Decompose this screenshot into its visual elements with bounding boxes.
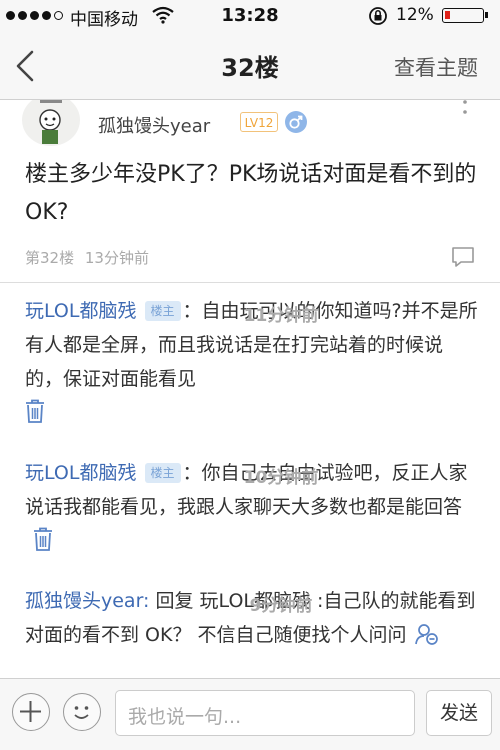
comment-icon[interactable] (451, 246, 475, 268)
post-time: 13分钟前 (84, 249, 149, 267)
divider (0, 282, 500, 283)
reply-input[interactable]: 我也说一句... (115, 690, 415, 736)
level-badge: LV12 (240, 112, 278, 132)
reply-time: 10分钟前 (243, 468, 319, 488)
delete-trash-icon[interactable] (33, 527, 53, 551)
reply-time: 11分钟前 (243, 306, 319, 326)
add-attachment-button[interactable] (12, 693, 50, 731)
floor-content: 孤独馒头year LV12 楼主多少年没PK了？PK场说话对面是看不到的 OK?… (0, 100, 500, 678)
status-bar: 中国移动 13:28 12% (0, 0, 500, 32)
reply-time: 9分钟前 (249, 596, 313, 616)
smiley-icon (74, 706, 89, 719)
avatar-image (39, 100, 62, 144)
battery-icon (442, 8, 488, 23)
reply-item[interactable]: 孤独馒头year: 回复 玩LOL都脑残 :自己队的就能看到 对面的看不到 OK… (25, 584, 480, 652)
post-text: 楼主多少年没PK了？PK场说话对面是看不到的 OK? (25, 162, 477, 225)
rotation-lock-icon (369, 7, 387, 25)
navigation-bar: 32楼 查看主题 (0, 32, 500, 100)
battery-percent: 12% (396, 5, 434, 25)
post-header: 孤独馒头year LV12 (0, 100, 500, 148)
post-author-name[interactable]: 孤独馒头year (98, 112, 210, 138)
more-options-icon[interactable] (462, 100, 468, 114)
male-gender-icon (285, 111, 307, 133)
view-topic-button[interactable]: 查看主题 (394, 52, 478, 82)
post-meta: 第32楼 13分钟前 (25, 247, 149, 268)
delete-trash-icon[interactable] (25, 399, 45, 423)
reply-item[interactable]: 玩LOL都脑残 楼主 ：自由玩可以的你知道吗?并不是所有人都是全屏，而且我说话是在… (25, 294, 480, 430)
plus-icon (20, 701, 41, 722)
send-button[interactable]: 发送 (426, 690, 492, 736)
floor-number: 第32楼 (25, 249, 75, 267)
reply-input-bar: 我也说一句... 发送 (0, 678, 500, 750)
emoji-button[interactable] (63, 693, 101, 731)
avatar[interactable] (22, 100, 80, 146)
reply-item[interactable]: 玩LOL都脑残 楼主 ：你自己去自由试验吧，反正人家说话我都能看见，我跟人家聊天大… (25, 456, 480, 558)
back-chevron-icon[interactable] (14, 50, 36, 82)
reply-to-user-icon[interactable] (414, 623, 439, 645)
